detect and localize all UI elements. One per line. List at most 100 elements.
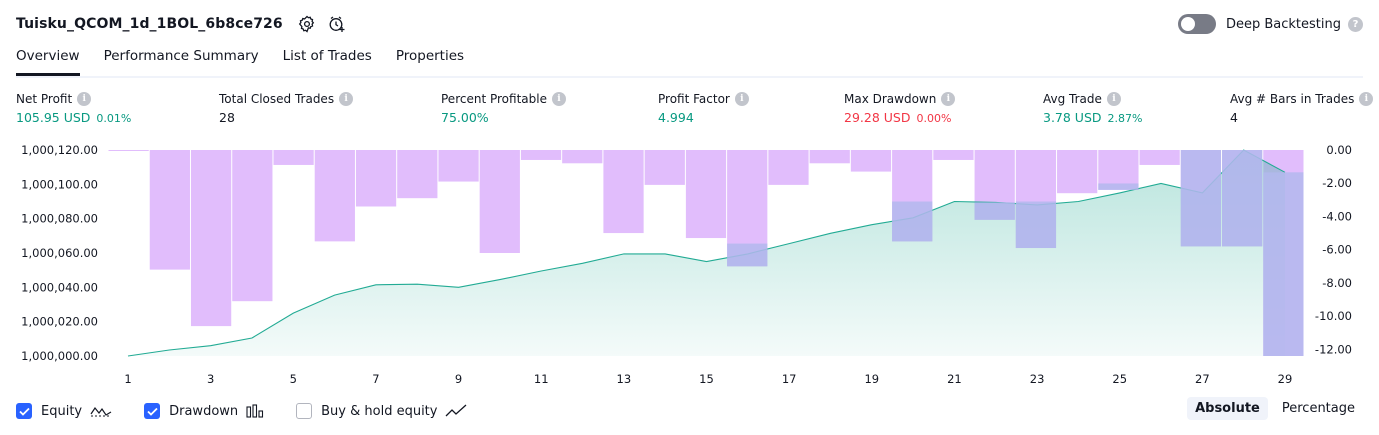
x-tick-label: 3 <box>207 372 214 386</box>
drawdown-bar <box>603 150 644 234</box>
buy-hold-checkbox[interactable] <box>296 403 313 419</box>
info-icon[interactable]: i <box>1106 92 1121 106</box>
drawdown-bar <box>273 150 314 165</box>
drawdown-bars-icon <box>246 404 264 418</box>
metric-label: Net Profit <box>16 92 73 106</box>
scale-switcher: Absolute Percentage <box>1181 397 1363 420</box>
x-tick-label: 11 <box>534 372 549 386</box>
y-left-tick-label: 1,000,020.00 <box>21 315 98 329</box>
x-tick-label: 27 <box>1195 372 1210 386</box>
metric-value: 4 <box>1230 110 1238 125</box>
drawdown-equity-overlap <box>1098 183 1139 190</box>
drawdown-equity-overlap <box>727 243 768 267</box>
equity-checkbox[interactable] <box>16 403 32 419</box>
y-left-tick-label: 1,000,000.00 <box>21 349 98 363</box>
metric-label: Total Closed Trades <box>219 92 335 106</box>
equity-drawdown-chart: 1,000,000.00 1,000,020.00 1,000,040.00 1,00… <box>21 143 1352 386</box>
y-left-tick-label: 1,000,100.00 <box>21 177 98 191</box>
drawdown-equity-overlap <box>1180 150 1222 247</box>
tab-overview[interactable]: Overview <box>16 40 80 76</box>
drawdown-bar <box>644 150 685 185</box>
y-left-tick-label: 1,000,040.00 <box>21 280 98 294</box>
metric-avg-bars-in-trades: Avg # Bars in Trades i 4 <box>1230 92 1374 125</box>
metric-percent: 0.00% <box>916 112 952 125</box>
drawdown-bar <box>314 150 355 242</box>
legend-equity[interactable]: Equity <box>16 403 112 419</box>
absolute-button[interactable]: Absolute <box>1187 397 1268 420</box>
metric-label: Max Drawdown <box>844 92 937 106</box>
info-icon[interactable]: i <box>941 92 956 106</box>
drawdown-bar <box>562 150 603 164</box>
info-icon[interactable]: i <box>734 92 749 106</box>
info-icon[interactable]: i <box>77 92 92 106</box>
drawdown-bar <box>768 150 809 185</box>
metric-total-closed-trades: Total Closed Trades i 28 <box>219 92 354 125</box>
drawdown-bar <box>1139 150 1180 165</box>
x-tick-label: 7 <box>372 372 379 386</box>
metric-avg-trade: Avg Trade i 3.78 USD 2.87% <box>1043 92 1142 125</box>
settings-gear-icon[interactable] <box>297 14 317 34</box>
drawdown-checkbox[interactable] <box>144 403 161 419</box>
drawdown-bar <box>809 150 850 164</box>
y-left-tick-label: 1,000,120.00 <box>21 143 98 157</box>
metric-percent: 2.87% <box>1107 112 1143 125</box>
metric-value: 4.994 <box>658 110 694 125</box>
info-icon[interactable]: i <box>339 92 354 106</box>
y-left-tick-label: 1,000,080.00 <box>21 212 98 226</box>
info-icon[interactable]: i <box>551 92 566 106</box>
drawdown-bar <box>190 150 232 327</box>
percentage-button[interactable]: Percentage <box>1274 397 1363 420</box>
x-tick-label: 23 <box>1030 372 1045 386</box>
legend-drawdown[interactable]: Drawdown <box>144 403 264 419</box>
metric-net-profit: Net Profit i 105.95 USD 0.01% <box>16 92 131 125</box>
metrics-row: Net Profit i 105.95 USD 0.01% Total Closed… <box>0 92 1379 132</box>
y-right-tick-label: -8.00 <box>1322 276 1352 290</box>
x-tick-label: 15 <box>699 372 714 386</box>
drawdown-bar <box>397 150 438 199</box>
x-tick-label: 17 <box>782 372 797 386</box>
info-icon[interactable]: i <box>1359 92 1374 106</box>
help-question-icon[interactable]: ? <box>1348 16 1363 32</box>
metric-percent: 0.01% <box>96 112 132 125</box>
x-tick-label: 29 <box>1278 372 1293 386</box>
deep-backtesting-control: Deep Backtesting ? <box>1177 12 1363 36</box>
drawdown-bar <box>355 150 397 207</box>
y-right-tick-label: -2.00 <box>1322 176 1352 190</box>
deep-backtesting-toggle[interactable] <box>1177 14 1216 34</box>
drawdown-bar <box>520 150 562 160</box>
y-right-tick-label: -4.00 <box>1322 209 1352 223</box>
drawdown-bar <box>149 150 190 270</box>
drawdown-equity-overlap <box>974 202 1015 220</box>
metric-label: Avg # Bars in Trades <box>1230 92 1355 106</box>
drawdown-bar <box>685 150 727 239</box>
y-right-tick-label: -10.00 <box>1315 309 1352 323</box>
legend-label: Drawdown <box>169 403 239 419</box>
add-alert-clock-icon[interactable] <box>327 14 347 34</box>
metric-max-drawdown: Max Drawdown i 29.28 USD 0.00% <box>844 92 956 125</box>
tab-properties[interactable]: Properties <box>396 40 464 74</box>
drawdown-bar <box>108 150 149 151</box>
y-left-tick-label: 1,000,060.00 <box>21 246 98 260</box>
drawdown-bar <box>479 150 520 253</box>
x-tick-label: 5 <box>290 372 297 386</box>
strategy-header: Tuisku_QCOM_1d_1BOL_6b8ce726 <box>16 12 347 36</box>
legend-buy-hold-equity[interactable]: Buy & hold equity <box>296 403 467 419</box>
metric-value: 28 <box>219 110 235 125</box>
drawdown-bar <box>438 150 479 182</box>
metric-label: Avg Trade <box>1043 92 1102 106</box>
y-right-tick-label: -12.00 <box>1315 342 1352 356</box>
tab-performance-summary[interactable]: Performance Summary <box>104 40 259 74</box>
x-tick-label: 21 <box>947 372 962 386</box>
x-tick-label: 13 <box>617 372 632 386</box>
x-tick-label: 25 <box>1112 372 1127 386</box>
drawdown-equity-overlap <box>1263 172 1304 356</box>
strategy-title: Tuisku_QCOM_1d_1BOL_6b8ce726 <box>16 16 283 32</box>
y-right-tick-label: 0.00 <box>1326 143 1352 157</box>
metric-value: 75.00% <box>441 110 489 125</box>
drawdown-bar <box>1057 150 1098 194</box>
x-tick-label: 19 <box>864 372 879 386</box>
tab-list-of-trades[interactable]: List of Trades <box>283 40 372 74</box>
metric-label: Profit Factor <box>658 92 730 106</box>
metric-value: 29.28 USD <box>844 110 911 125</box>
buy-hold-line-icon <box>445 404 467 418</box>
